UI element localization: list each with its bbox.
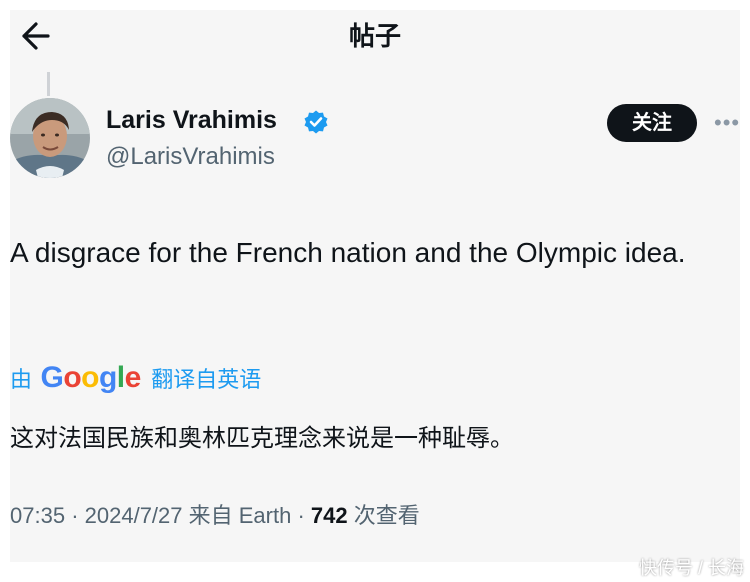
translation-suffix: 翻译自英语: [151, 366, 262, 392]
post-date[interactable]: 2024/7/27: [85, 503, 183, 528]
meta-separator: ·: [71, 503, 79, 528]
translation-attribution[interactable]: 由 Google 翻译自英语: [10, 360, 261, 394]
thread-connector-line: [47, 72, 50, 96]
meta-separator: ·: [297, 503, 305, 528]
translated-post-text: 这对法国民族和奥林匹克理念来说是一种耻辱。: [10, 425, 514, 452]
view-count-label: 次查看: [353, 503, 420, 528]
watermark: 快传号 / 长海: [638, 558, 744, 578]
author-handle[interactable]: @LarisVrahimis: [106, 142, 275, 172]
view-count[interactable]: 742: [311, 503, 348, 528]
avatar[interactable]: [10, 98, 90, 178]
author-name[interactable]: Laris Vrahimis: [106, 104, 277, 136]
post-meta: 07:35 · 2024/7/27 来自 Earth · 742 次查看: [10, 500, 420, 532]
top-bar: 帖子: [10, 10, 740, 66]
page-title: 帖子: [348, 21, 401, 51]
post-time[interactable]: 07:35: [10, 503, 65, 528]
post-source: 来自 Earth: [188, 503, 292, 528]
translation-prefix: 由: [10, 366, 33, 392]
post-detail-screen: 帖子 Laris Vrahimis @LarisVrahimis 关注 ••• …: [10, 10, 740, 562]
follow-button[interactable]: 关注: [607, 104, 697, 142]
avatar-photo: [10, 98, 90, 178]
google-logo: Google: [40, 361, 141, 395]
post-text: A disgrace for the French nation and the…: [10, 237, 686, 268]
verified-badge-icon: [303, 109, 329, 135]
more-options-icon[interactable]: •••: [714, 112, 740, 134]
